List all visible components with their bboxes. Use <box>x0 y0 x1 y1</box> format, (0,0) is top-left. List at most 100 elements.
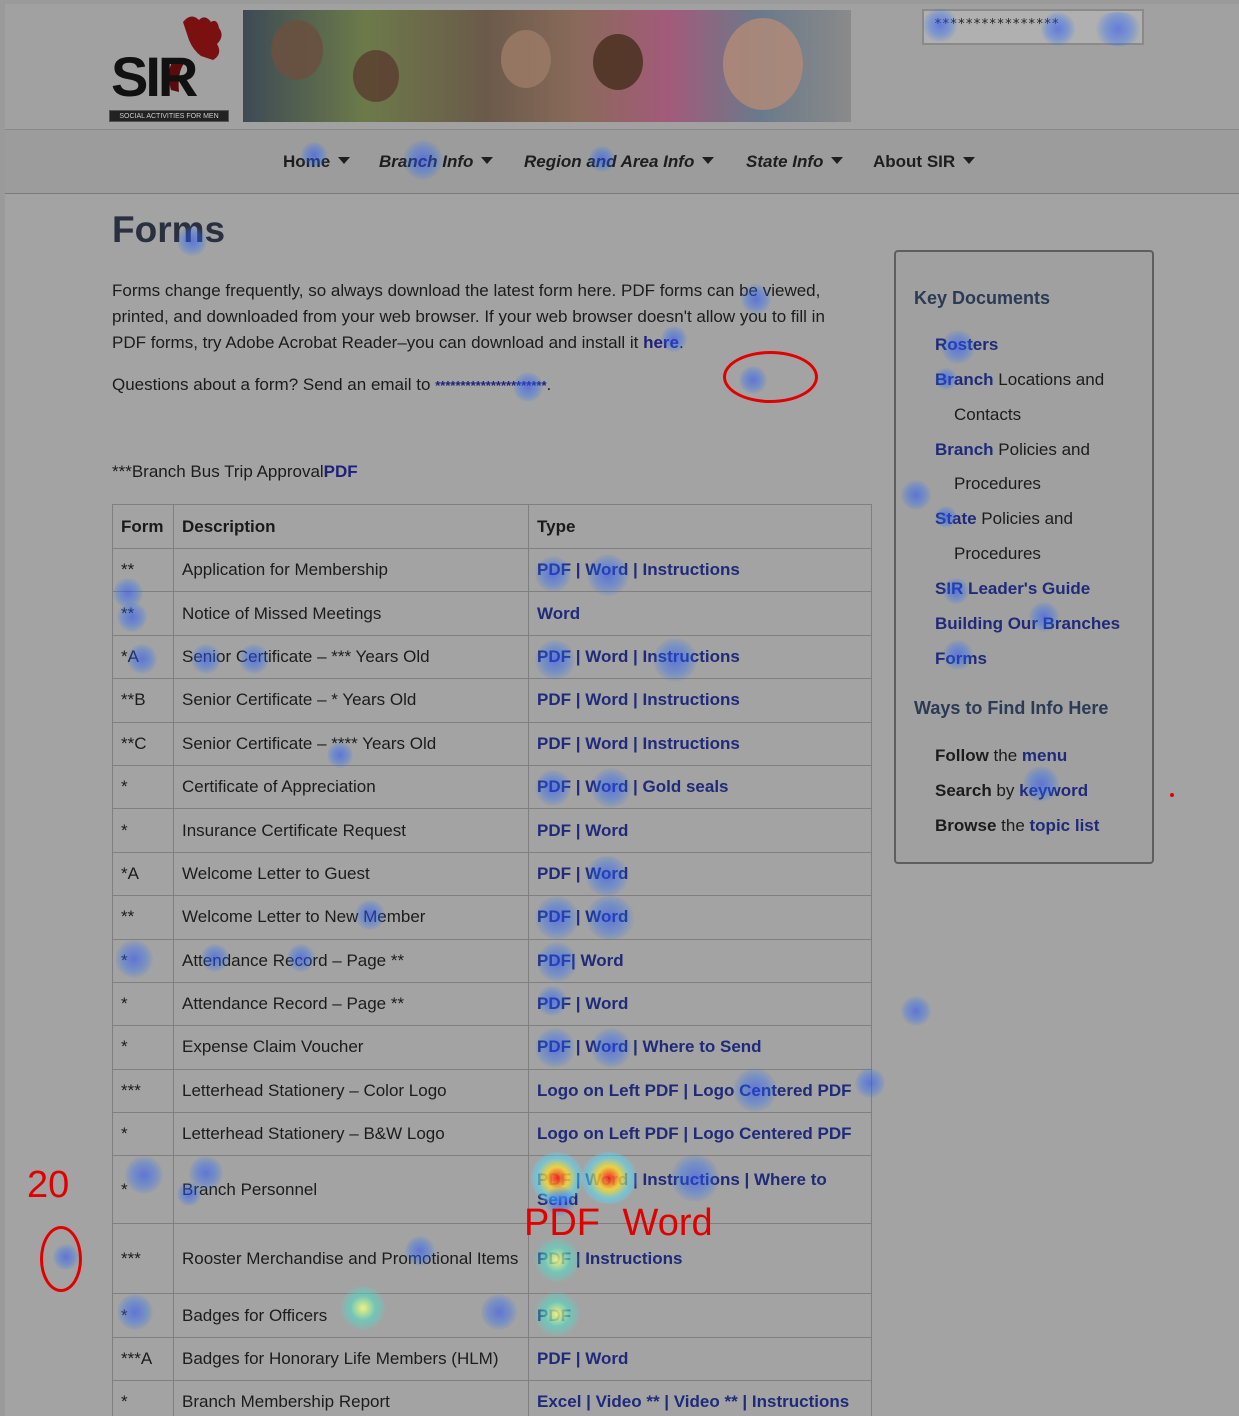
table-row: * Attendance Record – Page ** PDF | Word <box>112 981 872 1027</box>
branch-locations-rest: Locations and <box>993 370 1105 389</box>
form-code-cell: **C <box>112 721 174 766</box>
description-cell: Notice of Missed Meetings <box>173 591 529 636</box>
browse-mid: the <box>996 816 1030 835</box>
nav-home[interactable]: Home <box>283 152 351 172</box>
type-links-cell[interactable]: PDF | Word <box>528 851 872 897</box>
table-row: * Branch Membership Report Excel | Video *… <box>112 1380 872 1416</box>
nav-region-area-info[interactable]: Region and Area Info <box>524 152 715 172</box>
form-code-cell: *A <box>112 634 174 680</box>
email-link[interactable]: ********************** <box>435 378 546 393</box>
sidebar-link-leaders-guide[interactable]: SIR Leader's Guide <box>935 571 1090 606</box>
description-cell: Badges for Honorary Life Members (HLM) <box>173 1336 529 1382</box>
type-links-cell[interactable]: PDF <box>528 1293 872 1338</box>
type-links-cell[interactable]: PDF| Word <box>528 938 872 983</box>
description-cell: Welcome Letter to Guest <box>173 851 529 897</box>
table-row: *A Senior Certificate – *** Years Old PDF … <box>112 634 872 680</box>
table-row: *** Letterhead Stationery – Color Logo Log… <box>112 1068 872 1114</box>
form-code-cell: * <box>112 1025 174 1070</box>
description-cell: Application for Membership <box>173 547 529 593</box>
branch-policies-cont: Procedures <box>954 474 1041 493</box>
form-code-cell: *** <box>112 1223 174 1295</box>
nav-branch-info[interactable]: Branch Info <box>379 152 494 172</box>
branch-locations-cont: Contacts <box>954 405 1022 424</box>
header-type: Type <box>528 504 872 549</box>
follow-mid: the <box>988 746 1022 765</box>
form-code-cell: ** <box>112 895 174 940</box>
ways-to-find-heading: Ways to Find Info Here <box>914 698 1109 718</box>
form-code-cell: *** <box>112 1068 174 1114</box>
form-code-cell: ** <box>112 547 174 593</box>
description-cell: Letterhead Stationery – B&W Logo <box>173 1112 529 1157</box>
sidebar-link-forms[interactable]: Forms <box>935 641 987 676</box>
follow-bold: Follow <box>935 746 989 765</box>
questions-line: Questions about a form? Send an email to… <box>112 375 552 394</box>
table-row: **B Senior Certificate – * Years Old PDF |… <box>112 678 872 723</box>
type-links-cell[interactable]: Word <box>528 591 872 636</box>
topic-list-link[interactable]: topic list <box>1030 816 1100 835</box>
menu-link[interactable]: menu <box>1022 746 1067 765</box>
description-cell: Insurance Certificate Request <box>173 808 529 853</box>
acrobat-download-link[interactable]: here <box>643 333 679 352</box>
state-policies-cont: Procedures <box>954 544 1041 563</box>
annotation-zero-mark <box>40 1226 82 1292</box>
page: SIR SOCIAL ACTIVITIES FOR MEN **********… <box>5 4 1239 1416</box>
sir-logo[interactable]: SIR SOCIAL ACTIVITIES FOR MEN <box>105 10 235 122</box>
branch-policies-link-text: Branch <box>935 440 994 459</box>
sidebar-link-building-branches[interactable]: Building Our Branches <box>935 606 1120 641</box>
key-documents-heading: Key Documents <box>914 288 1051 308</box>
sidebar-link-branch-locations[interactable]: Branch Locations and <box>935 362 1104 397</box>
caret-down-icon <box>481 157 494 164</box>
description-cell: Rooster Merchandise and Promotional Item… <box>173 1223 529 1295</box>
form-code-cell: * <box>112 1293 174 1338</box>
form-code-cell: ***A <box>112 1336 174 1382</box>
annotation-ellipse <box>723 351 818 403</box>
type-links-cell[interactable]: PDF | Word <box>528 895 872 940</box>
caret-down-icon <box>963 157 976 164</box>
type-links-cell[interactable]: PDF | Word <box>528 808 872 853</box>
logo-tagline: SOCIAL ACTIVITIES FOR MEN <box>109 110 229 122</box>
description-cell: Branch Personnel <box>173 1155 529 1225</box>
page-title: Forms <box>112 209 226 250</box>
nav-about-label: About SIR <box>873 152 956 171</box>
type-links-cell[interactable]: Excel | Video ** | Video ** | Instructio… <box>528 1380 872 1416</box>
sidebar-follow-menu: Follow the menu <box>935 746 1067 766</box>
caret-down-icon <box>702 157 715 164</box>
logo-text: SIR <box>111 45 198 108</box>
table-row: * Badges for Officers PDF <box>112 1293 872 1338</box>
type-links-cell[interactable]: PDF | Word | Instructions <box>528 547 872 593</box>
type-links-cell[interactable]: PDF | Word | Instructions <box>528 634 872 680</box>
keyword-link[interactable]: keyword <box>1019 781 1088 800</box>
nav-state-info-label: State Info <box>746 152 824 171</box>
type-links-cell[interactable]: Logo on Left PDF | Logo Centered PDF <box>528 1112 872 1157</box>
table-row: * Expense Claim Voucher PDF | Word | Where… <box>112 1025 872 1070</box>
table-row: * Branch Personnel PDF | Word | Instructio… <box>112 1155 872 1225</box>
description-cell: Certificate of Appreciation <box>173 764 529 810</box>
type-links-cell[interactable]: Logo on Left PDF | Logo Centered PDF <box>528 1068 872 1114</box>
search-mid: by <box>991 781 1020 800</box>
type-links-cell[interactable]: PDF | Word <box>528 1336 872 1382</box>
form-code-cell: *A <box>112 851 174 897</box>
branch-locations-link-text: Branch <box>935 370 994 389</box>
nav-about-sir[interactable]: About SIR <box>873 152 976 172</box>
type-links-cell[interactable]: PDF | Word | Where to Send <box>528 1025 872 1070</box>
nav-branch-info-label: Branch Info <box>379 152 474 171</box>
sidebar-link-branch-policies[interactable]: Branch Policies and <box>935 432 1090 467</box>
form-code-cell: * <box>112 1112 174 1157</box>
table-row: ** Welcome Letter to New Member PDF | Word <box>112 895 872 940</box>
sidebar-link-state-policies[interactable]: State Policies and <box>935 501 1073 536</box>
type-links-cell[interactable]: PDF | Word <box>528 981 872 1027</box>
forms-table: Form Description Type ** Application for … <box>112 504 872 1416</box>
type-links-cell[interactable]: PDF | Word | Instructions <box>528 678 872 723</box>
form-code-cell: * <box>112 938 174 983</box>
sidebar-link-rosters[interactable]: Rosters <box>935 327 998 362</box>
table-row: * Certificate of Appreciation PDF | Word |… <box>112 764 872 810</box>
bus-trip-pdf-link[interactable]: PDF <box>324 462 358 481</box>
description-cell: Senior Certificate – * Years Old <box>173 678 529 723</box>
type-links-cell[interactable]: PDF | Word | Gold seals <box>528 764 872 810</box>
header-banner-photo <box>243 10 851 122</box>
table-row: *** Rooster Merchandise and Promotional I… <box>112 1223 872 1295</box>
type-links-cell[interactable]: PDF | Word | Instructions <box>528 721 872 766</box>
nav-state-info[interactable]: State Info <box>746 152 844 172</box>
search-input[interactable]: **************** <box>922 9 1144 45</box>
form-code-cell: * <box>112 764 174 810</box>
